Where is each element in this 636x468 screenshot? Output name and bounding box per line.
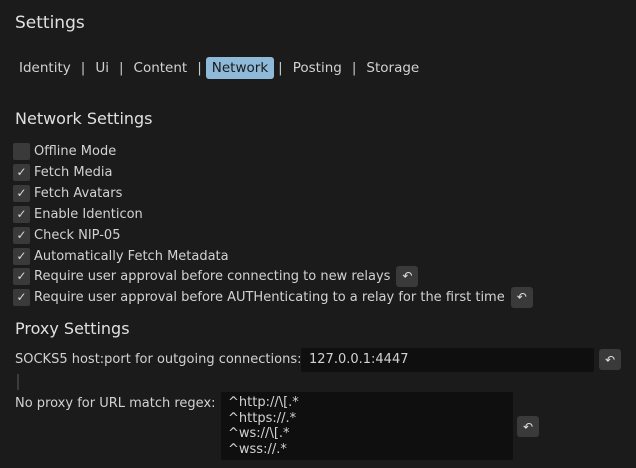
tab-posting[interactable]: Posting [287,57,348,79]
option-approve-new-relays[interactable]: ✓ Require user approval before connectin… [13,265,419,287]
checkbox[interactable] [13,142,30,160]
check-icon[interactable]: ✓ [13,226,30,244]
tab-storage[interactable]: Storage [360,57,425,79]
tab-separator: | [118,60,124,76]
undo-icon[interactable]: ↶ [599,349,621,370]
regex-line: ^wss://.* [228,441,287,457]
option-label: Enable Identicon [34,206,143,222]
option-offline-mode[interactable]: Offline Mode [13,141,116,161]
no-proxy-textarea[interactable]: ^http://\[.* ^https://.* ^ws://\[.* ^wss… [221,392,513,460]
tab-ui[interactable]: Ui [89,57,115,79]
undo-icon[interactable]: ↶ [510,286,533,308]
socks5-label: SOCKS5 host:port for outgoing connection… [15,352,302,367]
tab-network[interactable]: Network [205,57,275,79]
regex-line: ^https://.* [228,410,297,426]
option-enable-identicon[interactable]: ✓ Enable Identicon [13,204,143,224]
check-icon[interactable]: ✓ [13,267,30,285]
option-auto-fetch-metadata[interactable]: ✓ Automatically Fetch Metadata [13,246,229,266]
regex-line: ^http://\[.* [228,395,299,410]
check-icon[interactable]: ✓ [13,288,30,306]
option-approve-auth[interactable]: ✓ Require user approval before AUTHentic… [13,286,533,308]
network-settings-heading: Network Settings [15,109,153,128]
socks5-value: 127.0.0.1:4447 [309,352,409,367]
proxy-settings-heading: Proxy Settings [15,319,130,338]
option-label: Require user approval before connecting … [34,268,391,284]
page-title: Settings [15,13,85,33]
tab-bar: Identity | Ui | Content | Network | Post… [13,57,425,79]
tab-content[interactable]: Content [128,57,194,79]
option-fetch-media[interactable]: ✓ Fetch Media [13,162,112,182]
option-label: Automatically Fetch Metadata [34,248,229,264]
option-fetch-avatars[interactable]: ✓ Fetch Avatars [13,183,122,203]
tab-identity[interactable]: Identity [13,57,77,79]
socks5-input[interactable]: 127.0.0.1:4447 [301,348,594,372]
option-label: Fetch Media [34,164,113,180]
option-label: Offline Mode [34,143,117,159]
undo-icon[interactable]: ↶ [396,265,419,287]
tab-separator: | [351,60,357,76]
undo-icon[interactable]: ↶ [517,416,539,437]
check-icon[interactable]: ✓ [13,163,30,181]
option-label: Fetch Avatars [34,185,123,201]
tab-separator: | [80,60,86,76]
check-icon[interactable]: ✓ [13,205,30,223]
tab-separator: | [278,60,283,76]
option-label: Check NIP-05 [34,227,121,243]
no-proxy-label: No proxy for URL match regex: [15,396,216,411]
option-check-nip05[interactable]: ✓ Check NIP-05 [13,225,120,245]
check-icon[interactable]: ✓ [13,184,30,202]
resize-handle[interactable] [17,374,19,390]
option-label: Require user approval before AUTHenticat… [34,289,505,305]
check-icon[interactable]: ✓ [13,247,30,265]
tab-separator: | [197,60,202,76]
regex-line: ^ws://\[.* [228,426,290,441]
